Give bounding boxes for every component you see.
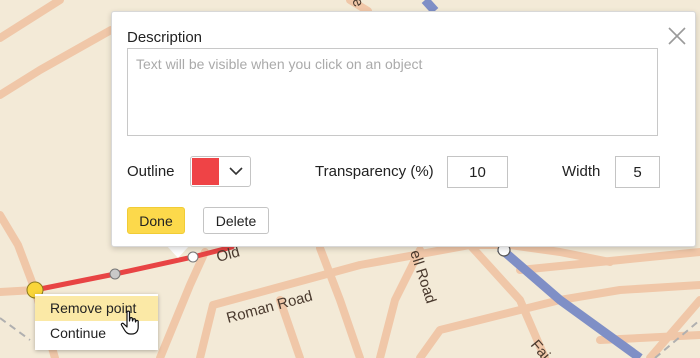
transparency-label: Transparency (%): [315, 163, 434, 180]
width-input[interactable]: [615, 156, 660, 188]
outline-label: Outline: [127, 163, 175, 180]
outline-color-picker[interactable]: [190, 156, 251, 187]
delete-button[interactable]: Delete: [203, 207, 269, 234]
done-button[interactable]: Done: [127, 207, 185, 234]
route-midpoint-handle[interactable]: [109, 268, 121, 280]
chevron-down-icon: [229, 167, 243, 176]
transparency-input[interactable]: [447, 156, 508, 188]
edit-line-popup: Description Outline Transparency (%) Wid…: [111, 11, 696, 247]
width-label: Width: [562, 163, 601, 180]
description-input[interactable]: [127, 48, 658, 136]
outline-color-swatch: [192, 158, 219, 185]
hand-pointer-icon: [120, 310, 139, 335]
close-icon[interactable]: [667, 26, 687, 46]
description-label: Description: [127, 29, 203, 46]
